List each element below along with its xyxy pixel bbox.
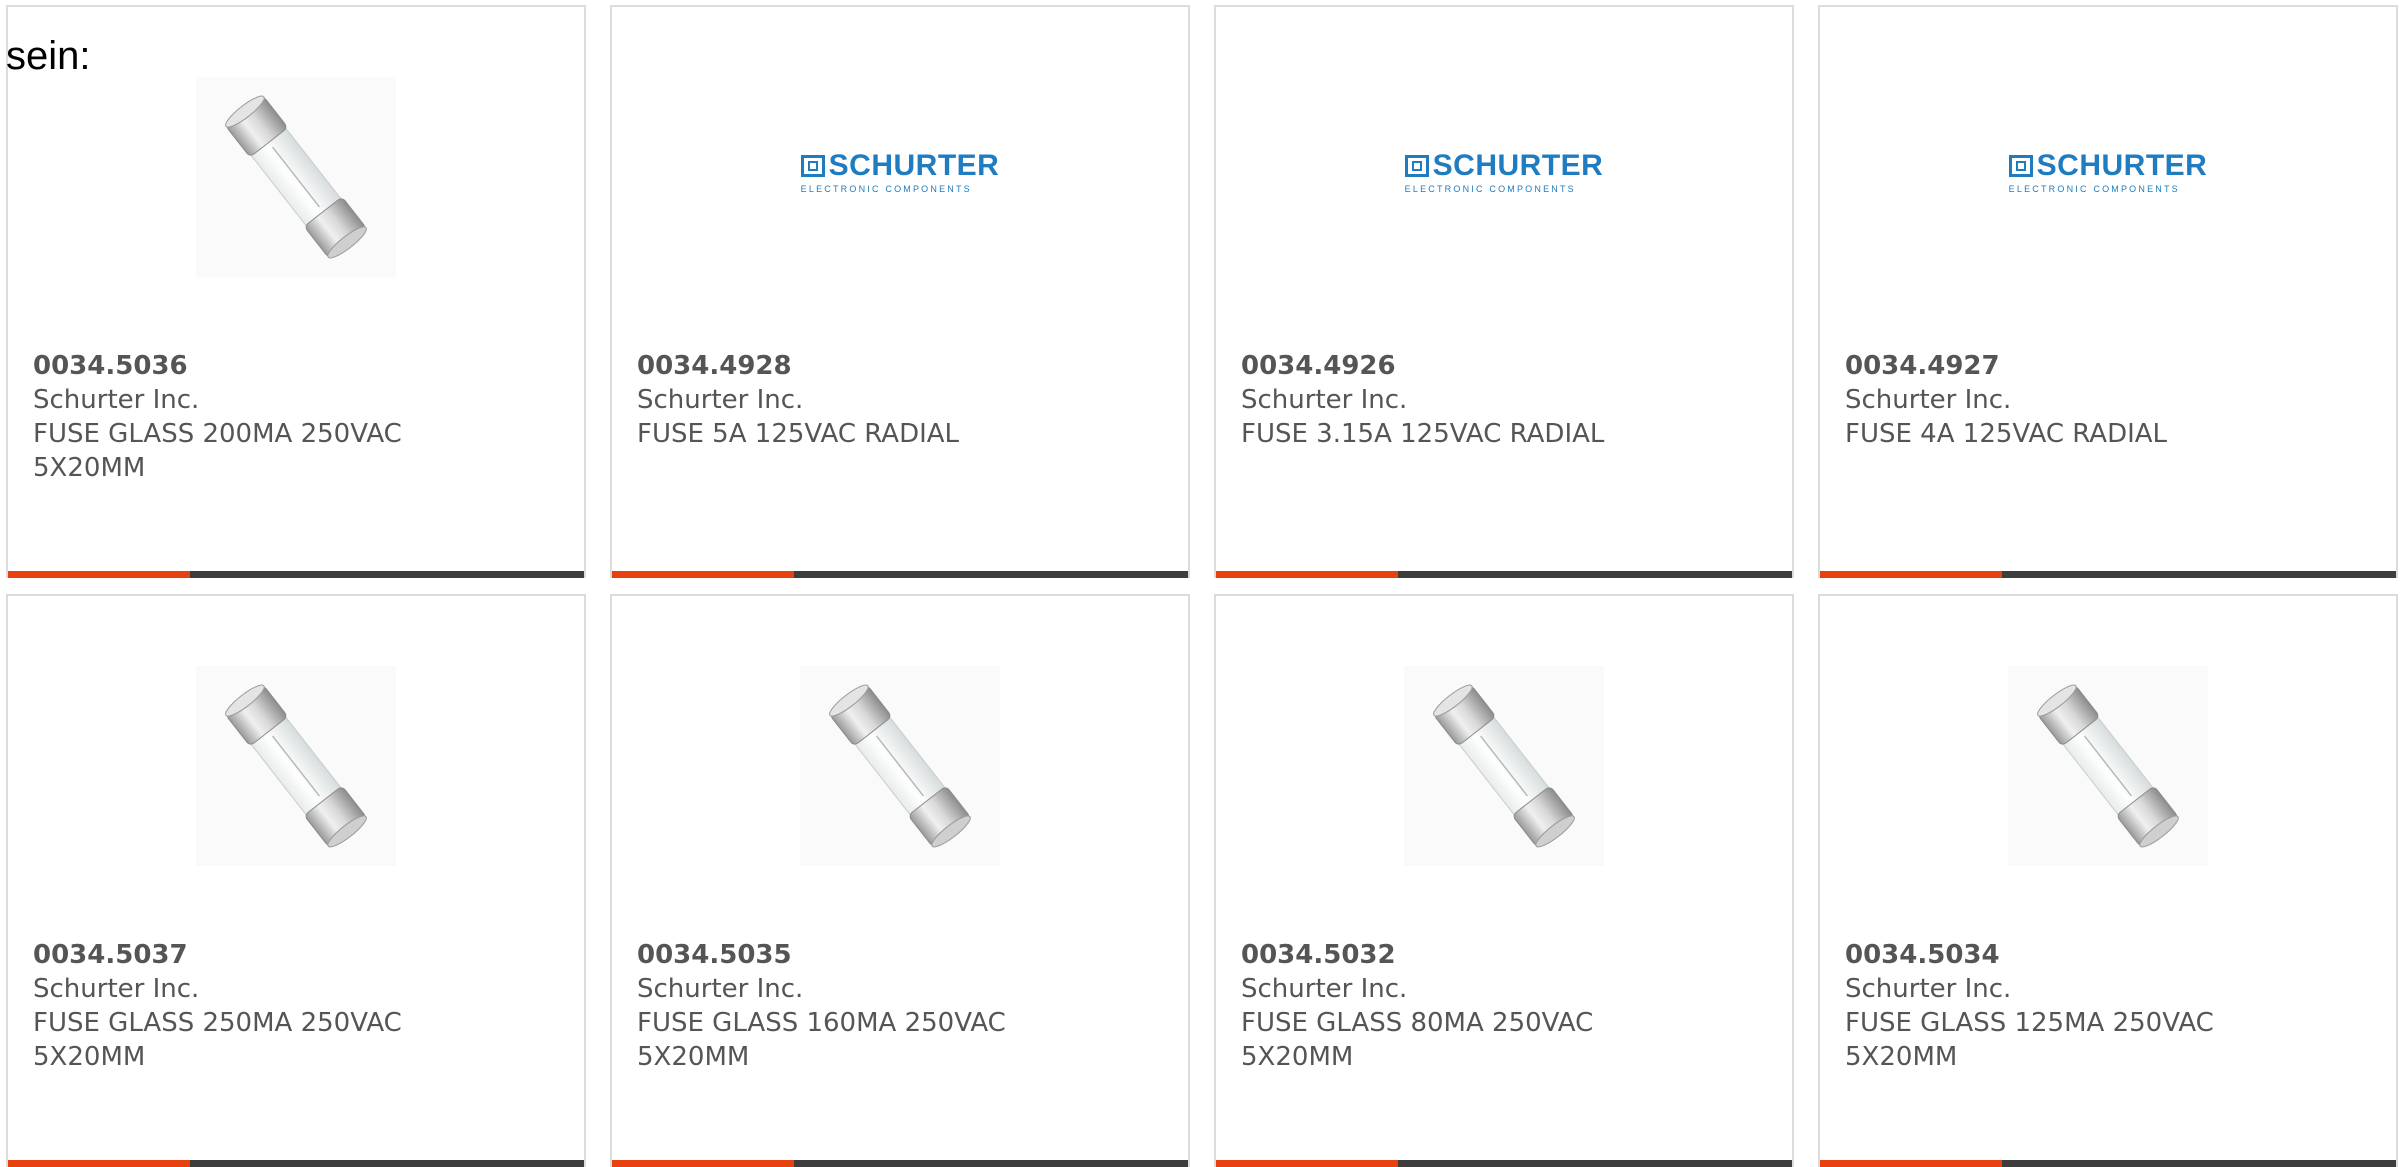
- logo-tagline: ELECTRONIC COMPONENTS: [1404, 183, 1576, 194]
- product-info: 0034.4927 Schurter Inc. FUSE 4A 125VAC R…: [1845, 349, 2376, 451]
- card-bottom-bar: [1820, 571, 2396, 578]
- manufacturer: Schurter Inc.: [1845, 385, 2012, 415]
- product-info: 0034.4926 Schurter Inc. FUSE 3.15A 125VA…: [1241, 349, 1772, 451]
- card-accent-bar: [1216, 1160, 1398, 1167]
- manufacturer: Schurter Inc.: [637, 974, 804, 1004]
- product-image[interactable]: [1820, 664, 2396, 868]
- part-number-link[interactable]: 0034.5034: [1845, 938, 2376, 972]
- product-info: 0034.5036 Schurter Inc. FUSE GLASS 200MA…: [33, 349, 564, 485]
- description-line: FUSE GLASS 160MA 250VAC: [637, 1008, 1006, 1038]
- product-card[interactable]: 0034.5035 Schurter Inc. FUSE GLASS 160MA…: [610, 594, 1190, 1167]
- description-line: FUSE 3.15A 125VAC RADIAL: [1241, 419, 1605, 449]
- part-number-link[interactable]: 0034.4928: [637, 349, 1168, 383]
- glass-fuse-image: [1404, 666, 1604, 866]
- product-info: 0034.4928 Schurter Inc. FUSE 5A 125VAC R…: [637, 349, 1168, 451]
- card-bottom-bar: [8, 571, 584, 578]
- product-card[interactable]: SCHURTER ELECTRONIC COMPONENTS 0034.4927…: [1818, 5, 2398, 578]
- schurter-logo: SCHURTER ELECTRONIC COMPONENTS: [2008, 148, 2208, 194]
- schurter-mark-icon: [1404, 154, 1429, 177]
- logo-wordmark: SCHURTER: [2036, 148, 2208, 182]
- description-line: FUSE GLASS 80MA 250VAC: [1241, 1008, 1594, 1038]
- glass-fuse-image: [2008, 666, 2208, 866]
- manufacturer: Schurter Inc.: [33, 385, 200, 415]
- card-accent-bar: [1216, 571, 1398, 578]
- description-line: FUSE 5A 125VAC RADIAL: [637, 419, 960, 449]
- logo-tagline: ELECTRONIC COMPONENTS: [2008, 183, 2180, 194]
- glass-fuse-image: [196, 77, 396, 277]
- part-number-link[interactable]: 0034.5037: [33, 938, 564, 972]
- description-line: 5X20MM: [637, 1042, 750, 1072]
- schurter-mark-icon: [2008, 154, 2033, 177]
- card-bottom-bar: [612, 571, 1188, 578]
- description-line: 5X20MM: [1241, 1042, 1354, 1072]
- product-card[interactable]: 0034.5032 Schurter Inc. FUSE GLASS 80MA …: [1214, 594, 1794, 1167]
- description-line: 5X20MM: [33, 453, 146, 483]
- logo-wordmark: SCHURTER: [828, 148, 1000, 182]
- glass-fuse-image: [196, 666, 396, 866]
- card-accent-bar: [1820, 1160, 2002, 1167]
- product-image[interactable]: SCHURTER ELECTRONIC COMPONENTS: [1820, 7, 2396, 337]
- card-bottom-bar: [8, 1160, 584, 1167]
- product-image[interactable]: SCHURTER ELECTRONIC COMPONENTS: [612, 7, 1188, 337]
- card-bottom-bar: [1216, 571, 1792, 578]
- card-bottom-bar: [1216, 1160, 1792, 1167]
- schurter-logo: SCHURTER ELECTRONIC COMPONENTS: [1404, 148, 1604, 194]
- description-line: 5X20MM: [1845, 1042, 1958, 1072]
- manufacturer: Schurter Inc.: [33, 974, 200, 1004]
- product-image[interactable]: [612, 664, 1188, 868]
- part-number-link[interactable]: 0034.5035: [637, 938, 1168, 972]
- product-card[interactable]: SCHURTER ELECTRONIC COMPONENTS 0034.4928…: [610, 5, 1190, 578]
- description-line: 5X20MM: [33, 1042, 146, 1072]
- product-card[interactable]: SCHURTER ELECTRONIC COMPONENTS 0034.4926…: [1214, 5, 1794, 578]
- description-line: FUSE GLASS 200MA 250VAC: [33, 419, 402, 449]
- product-card[interactable]: 0034.5037 Schurter Inc. FUSE GLASS 250MA…: [6, 594, 586, 1167]
- part-number-link[interactable]: 0034.5032: [1241, 938, 1772, 972]
- card-accent-bar: [1820, 571, 2002, 578]
- product-info: 0034.5032 Schurter Inc. FUSE GLASS 80MA …: [1241, 938, 1772, 1074]
- logo-tagline: ELECTRONIC COMPONENTS: [800, 183, 972, 194]
- product-card[interactable]: 0034.5034 Schurter Inc. FUSE GLASS 125MA…: [1818, 594, 2398, 1167]
- product-image[interactable]: [1216, 664, 1792, 868]
- card-accent-bar: [612, 571, 794, 578]
- manufacturer: Schurter Inc.: [1241, 974, 1408, 1004]
- card-accent-bar: [8, 1160, 190, 1167]
- card-bottom-bar: [612, 1160, 1188, 1167]
- part-number-link[interactable]: 0034.5036: [33, 349, 564, 383]
- product-info: 0034.5035 Schurter Inc. FUSE GLASS 160MA…: [637, 938, 1168, 1074]
- manufacturer: Schurter Inc.: [1845, 974, 2012, 1004]
- card-accent-bar: [612, 1160, 794, 1167]
- description-line: FUSE GLASS 125MA 250VAC: [1845, 1008, 2214, 1038]
- card-bottom-bar: [1820, 1160, 2396, 1167]
- manufacturer: Schurter Inc.: [1241, 385, 1408, 415]
- product-image[interactable]: [8, 664, 584, 868]
- product-info: 0034.5034 Schurter Inc. FUSE GLASS 125MA…: [1845, 938, 2376, 1074]
- part-number-link[interactable]: 0034.4927: [1845, 349, 2376, 383]
- product-image[interactable]: SCHURTER ELECTRONIC COMPONENTS: [1216, 7, 1792, 337]
- card-accent-bar: [8, 571, 190, 578]
- schurter-logo: SCHURTER ELECTRONIC COMPONENTS: [800, 148, 1000, 194]
- part-number-link[interactable]: 0034.4926: [1241, 349, 1772, 383]
- product-card[interactable]: 0034.5036 Schurter Inc. FUSE GLASS 200MA…: [6, 5, 586, 578]
- product-info: 0034.5037 Schurter Inc. FUSE GLASS 250MA…: [33, 938, 564, 1074]
- logo-wordmark: SCHURTER: [1432, 148, 1604, 182]
- product-image[interactable]: [8, 75, 584, 279]
- description-line: FUSE GLASS 250MA 250VAC: [33, 1008, 402, 1038]
- product-grid: 0034.5036 Schurter Inc. FUSE GLASS 200MA…: [6, 5, 2400, 1167]
- schurter-mark-icon: [800, 154, 825, 177]
- manufacturer: Schurter Inc.: [637, 385, 804, 415]
- intro-text: sein:: [6, 34, 91, 78]
- glass-fuse-image: [800, 666, 1000, 866]
- description-line: FUSE 4A 125VAC RADIAL: [1845, 419, 2168, 449]
